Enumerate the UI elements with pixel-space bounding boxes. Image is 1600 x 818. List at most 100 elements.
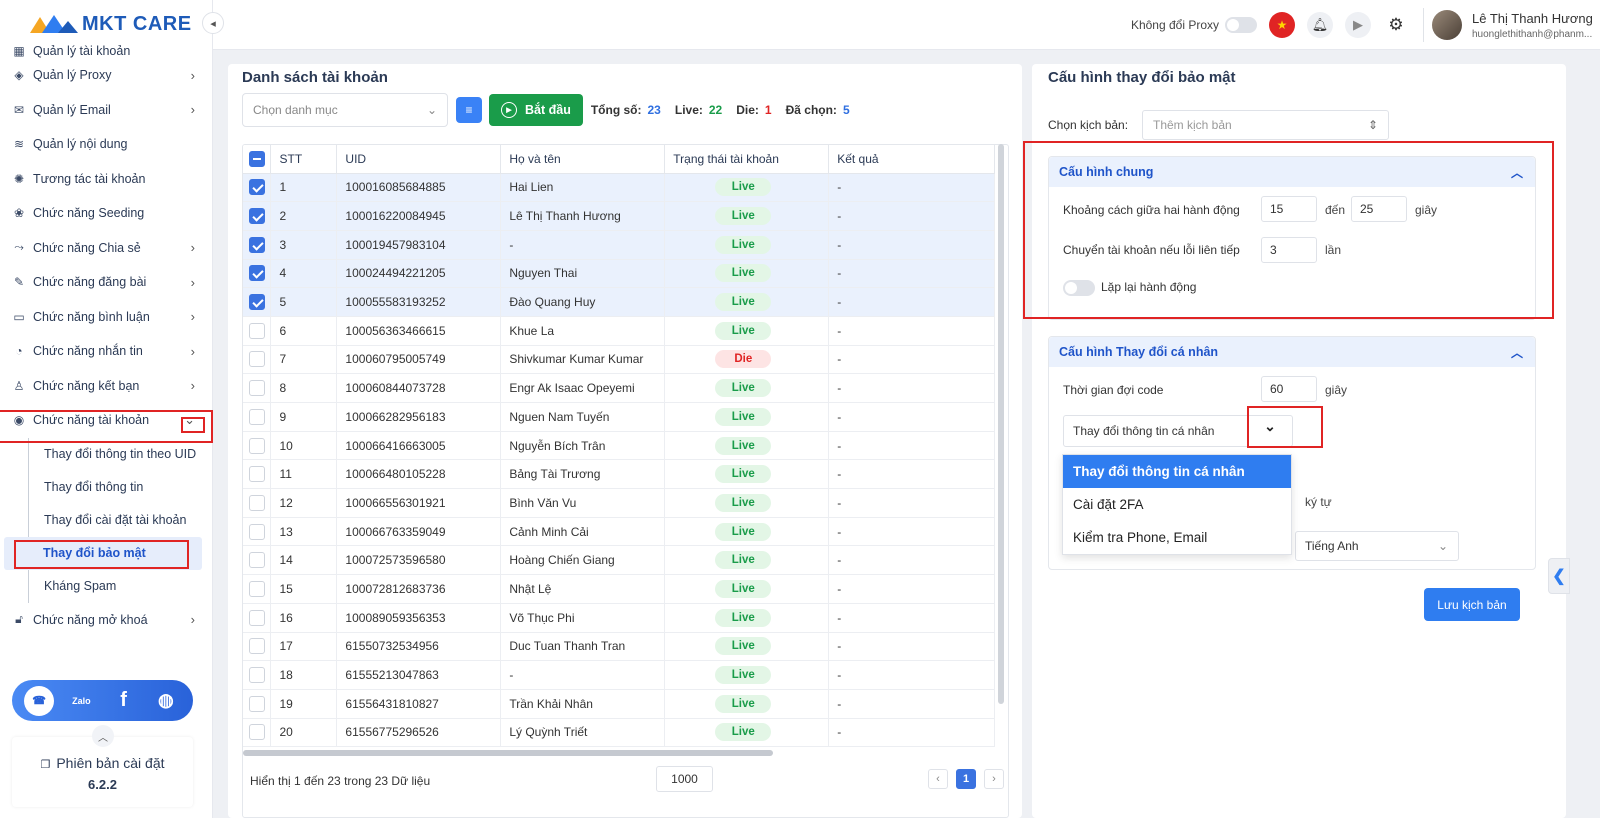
table-row[interactable]: 14 100072573596580 Hoàng Chiến Giang Live - xyxy=(243,545,995,576)
sidebar-item[interactable]: ✉ Quản lý Email › xyxy=(0,93,213,128)
row-checkbox[interactable] xyxy=(249,265,265,282)
table-row[interactable]: 12 100066556301921 Bình Văn Vu Live - xyxy=(243,488,995,518)
row-checkbox[interactable] xyxy=(249,380,265,397)
sidebar-item[interactable]: ❀ Chức năng Seeding xyxy=(0,196,213,231)
row-checkbox[interactable] xyxy=(249,552,265,569)
status-badge: Live xyxy=(715,178,772,197)
cell-status: Live xyxy=(664,459,830,490)
table-horizontal-scrollbar[interactable] xyxy=(243,750,773,756)
cell-name: Võ Thục Phi xyxy=(500,603,666,633)
row-checkbox[interactable] xyxy=(249,580,265,597)
globe-icon[interactable]: ◍ xyxy=(151,686,181,716)
next-page-button[interactable]: › xyxy=(984,769,1004,789)
table-row[interactable]: 19 61556431810827 Trần Khải Nhân Live - xyxy=(243,689,995,719)
category-select[interactable]: Chọn danh mục ⌄ xyxy=(242,93,448,127)
table-row[interactable]: 3 100019457983104- Live - xyxy=(243,230,995,260)
submenu-item[interactable]: Kháng Spam xyxy=(28,569,213,603)
table-row[interactable]: 20 61556775296526 Lý Quỳnh Triết Live - xyxy=(243,718,995,748)
table-row[interactable]: 11 100066480105228 Bảng Tài Trương Live - xyxy=(243,459,995,490)
row-checkbox[interactable] xyxy=(249,437,265,454)
zalo-icon[interactable]: Zalo xyxy=(66,686,96,716)
row-checkbox[interactable] xyxy=(249,523,265,540)
filter-button[interactable]: ≡ xyxy=(456,97,482,123)
col-result[interactable]: Kết quả xyxy=(828,145,995,174)
sidebar-item[interactable]: ✺ Tương tác tài khoản xyxy=(0,162,213,197)
sidebar-collapse-button[interactable]: ◂ xyxy=(202,12,224,34)
row-checkbox[interactable] xyxy=(249,609,265,626)
submenu-item[interactable]: Thay đổi thông tin xyxy=(28,470,213,504)
table-row[interactable]: 6 100056363466615 Khue La Live - xyxy=(243,316,995,346)
bell-icon[interactable]: 🔔︎ xyxy=(1307,12,1333,38)
facebook-icon[interactable]: f xyxy=(109,686,139,716)
row-checkbox[interactable] xyxy=(249,667,265,684)
row-checkbox[interactable] xyxy=(249,466,265,483)
col-name[interactable]: Họ và tên xyxy=(500,145,666,174)
sidebar-item[interactable]: ≋ Quản lý nội dung xyxy=(0,127,213,162)
gear-icon[interactable]: ⚙ xyxy=(1383,12,1409,38)
row-checkbox[interactable] xyxy=(249,236,265,253)
sidebar-item[interactable]: ▭ Chức năng bình luận › xyxy=(0,300,213,335)
play-circle-icon[interactable]: ▶ xyxy=(1345,12,1371,38)
row-checkbox[interactable] xyxy=(249,638,265,655)
table-row[interactable]: 9 100066282956183 Nguen Nam Tuyến Live - xyxy=(243,402,995,432)
row-checkbox[interactable] xyxy=(249,351,265,368)
personal-config-header[interactable]: Cấu hình Thay đổi cá nhân ︿ xyxy=(1049,337,1535,367)
select-all-checkbox[interactable] xyxy=(249,150,265,167)
wait-code-input[interactable]: 60 xyxy=(1261,376,1317,402)
row-checkbox[interactable] xyxy=(249,408,265,425)
table-row[interactable]: 4 100024494221205 Nguyen Thai Live - xyxy=(243,259,995,289)
sidebar-item[interactable]: ▦ Quản lý tài khoản xyxy=(0,36,213,58)
col-stt[interactable]: STT xyxy=(270,145,338,174)
start-button[interactable]: ▶ Bắt đầu xyxy=(489,94,583,126)
script-select[interactable]: Thêm kịch bản ⇕ xyxy=(1142,110,1389,140)
dropdown-option[interactable]: Kiểm tra Phone, Email xyxy=(1063,521,1291,554)
row-checkbox[interactable] xyxy=(249,322,265,339)
chevron-up-icon[interactable]: ︿ xyxy=(92,725,114,747)
vietnam-flag-icon[interactable]: ★ xyxy=(1269,12,1295,38)
sidebar-item[interactable]: ✎ Chức năng đăng bài › xyxy=(0,265,213,300)
sidebar-item[interactable]: ◈ Quản lý Proxy › xyxy=(0,58,213,93)
row-checkbox[interactable] xyxy=(249,695,265,712)
table-row[interactable]: 1 100016085684885 Hai Lien Live - xyxy=(243,173,995,203)
table-row[interactable]: 13 100066763359049 Cảnh Minh Cải Live - xyxy=(243,517,995,547)
row-checkbox[interactable] xyxy=(249,724,265,741)
cell-result: - xyxy=(828,345,995,375)
prev-page-button[interactable]: ‹ xyxy=(928,769,948,789)
table-row[interactable]: 7 100060795005749 Shivkumar Kumar Kumar Die… xyxy=(243,345,995,375)
sidebar-item[interactable]: ◔ Chức năng nhắn tin › xyxy=(0,334,213,369)
proxy-toggle[interactable] xyxy=(1225,17,1257,33)
col-status[interactable]: Trạng thái tài khoản xyxy=(664,145,830,174)
page-button[interactable]: 1 xyxy=(956,769,976,789)
row-checkbox[interactable] xyxy=(249,494,265,511)
sidebar-item[interactable]: ⤳ Chức năng Chia sẻ › xyxy=(0,231,213,266)
sidebar-item[interactable]: ♙ Chức năng kết bạn › xyxy=(0,369,213,404)
row-checkbox-cell xyxy=(243,316,272,346)
page-size-input[interactable]: 1000 xyxy=(656,766,713,792)
table-row[interactable]: 15 100072812683736 Nhật Lệ Live - xyxy=(243,574,995,604)
submenu-item[interactable]: Thay đổi cài đặt tài khoản xyxy=(28,503,213,537)
table-row[interactable]: 8 100060844073728 Engr Ak Isaac Opeyemi Liv… xyxy=(243,373,995,403)
table-row[interactable]: 16 100089059356353 Võ Thục Phi Live - xyxy=(243,603,995,633)
dropdown-option[interactable]: Cài đặt 2FA xyxy=(1063,488,1291,521)
table-row[interactable]: 18 61555213047863- Live - xyxy=(243,660,995,690)
avatar[interactable] xyxy=(1432,10,1462,40)
row-checkbox[interactable] xyxy=(249,179,265,196)
table-vertical-scrollbar[interactable] xyxy=(998,144,1004,704)
row-checkbox[interactable] xyxy=(249,208,265,225)
table-row[interactable]: 17 61550732534956 Duc Tuan Thanh Tran Live - xyxy=(243,632,995,662)
sidebar-item[interactable]: 🔓︎ Chức năng mở khoá › xyxy=(0,603,213,638)
headset-icon[interactable]: ☎ xyxy=(24,685,55,716)
table-row[interactable]: 5 100055583193252 Đào Quang Huy Live - xyxy=(243,287,995,317)
user-info[interactable]: Lê Thị Thanh Hương huonglethithanh@phanm… xyxy=(1472,11,1600,40)
col-uid[interactable]: UID xyxy=(336,145,502,174)
chevron-up-icon[interactable]: ︿ xyxy=(1511,344,1523,361)
language-select[interactable]: Tiếng Anh ⌄ xyxy=(1295,531,1459,561)
side-panel-toggle[interactable]: ❮ xyxy=(1548,558,1570,594)
row-checkbox[interactable] xyxy=(249,294,265,311)
save-script-button[interactable]: Lưu kịch bản xyxy=(1424,588,1520,621)
table-row[interactable]: 2 100016220084945 Lê Thị Thanh Hương Live - xyxy=(243,201,995,231)
dropdown-option[interactable]: Thay đổi thông tin cá nhân xyxy=(1063,455,1291,488)
chevron-right-icon: › xyxy=(190,67,195,83)
status-badge: Live xyxy=(715,207,772,226)
table-row[interactable]: 10 100066416663005 Nguyễn Bích Trân Live - xyxy=(243,431,995,461)
